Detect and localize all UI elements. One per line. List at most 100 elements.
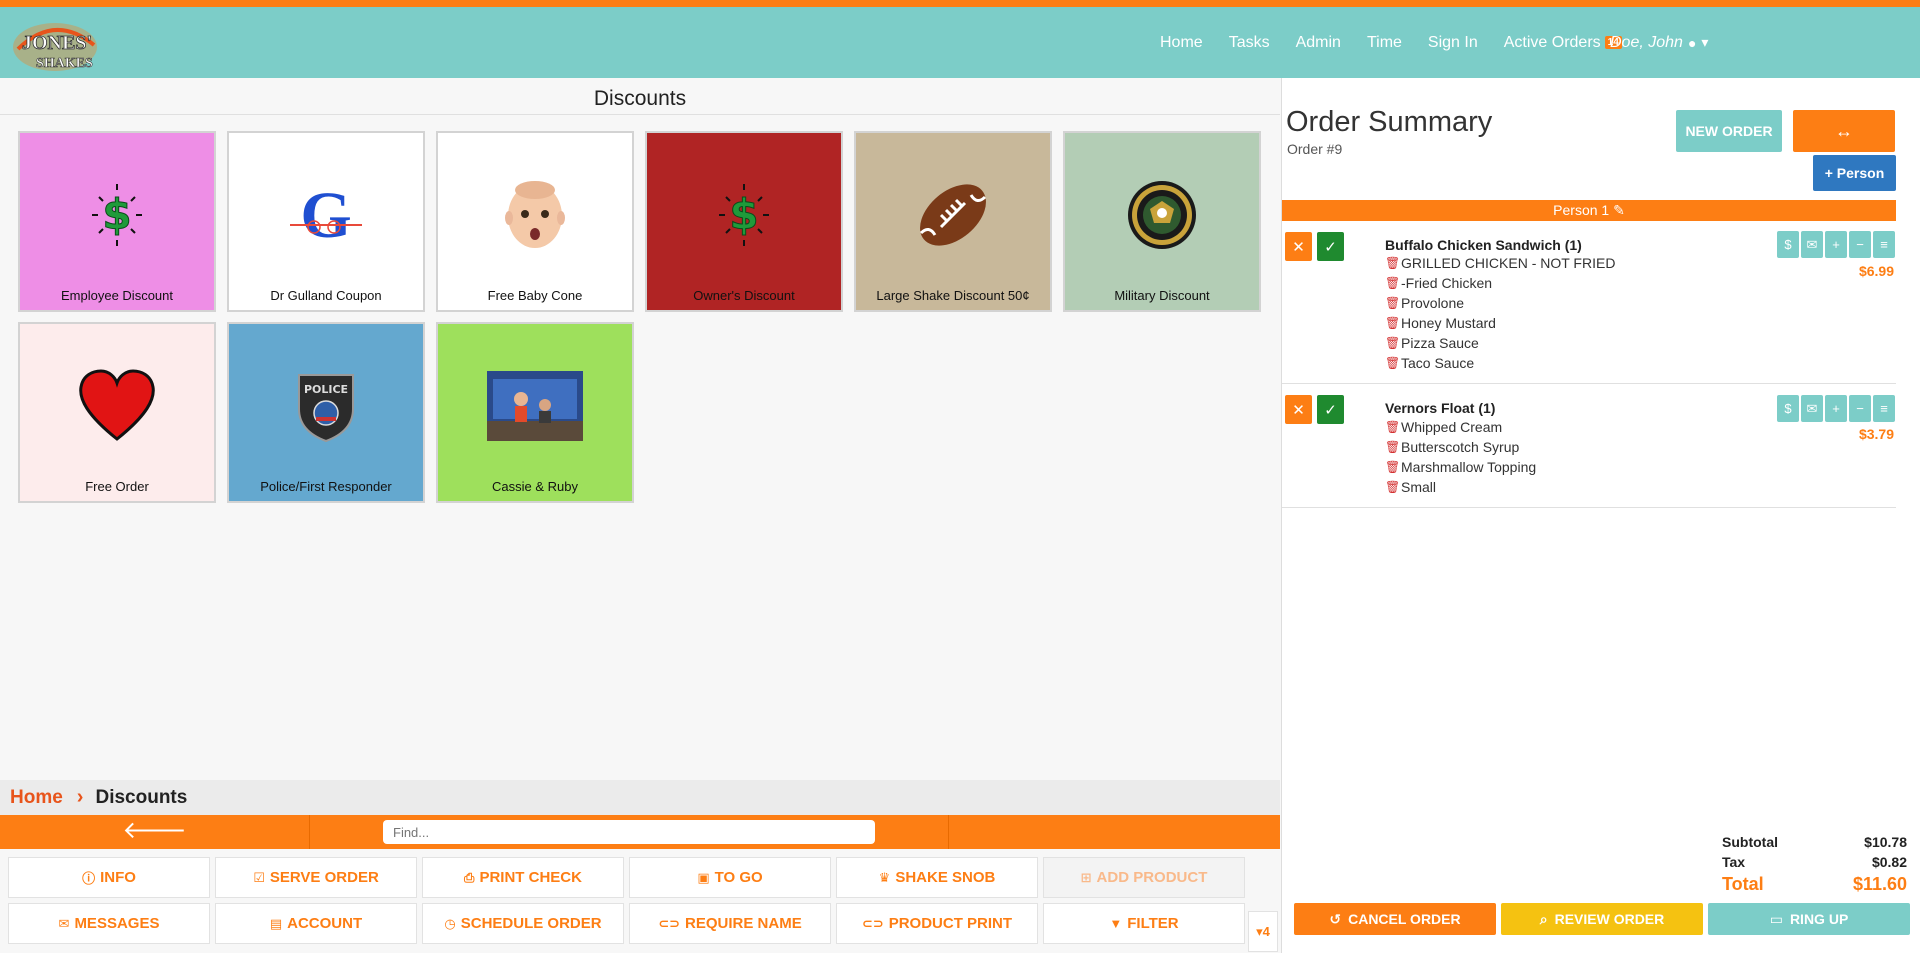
trash-icon[interactable]: 🗑 — [1385, 420, 1400, 434]
photo-icon — [487, 366, 583, 446]
trash-icon[interactable]: 🗑 — [1385, 480, 1400, 494]
to-go-button[interactable]: ▣ TO GO — [629, 857, 831, 898]
discount-tile-military[interactable]: Military Discount — [1063, 131, 1261, 312]
section-title: Discounts — [0, 78, 1280, 115]
account-icon: ▤ — [269, 915, 283, 931]
pencil-icon[interactable]: ✎ — [1613, 202, 1625, 218]
tile-label: Large Shake Discount 50¢ — [876, 288, 1030, 303]
menu-icon[interactable]: ≡ — [1873, 395, 1895, 422]
account-button[interactable]: ▤ ACCOUNT — [215, 903, 417, 944]
remove-item-button[interactable]: ✕ — [1285, 232, 1312, 261]
trash-icon[interactable]: 🗑 — [1385, 316, 1400, 330]
remove-item-button[interactable]: ✕ — [1285, 395, 1312, 424]
comment-icon[interactable]: ✉ — [1801, 231, 1823, 258]
shake-snob-label: SHAKE SNOB — [895, 869, 996, 886]
trash-icon[interactable]: 🗑 — [1385, 356, 1400, 370]
chevron-right-icon: › — [76, 786, 84, 808]
review-order-label: REVIEW ORDER — [1554, 911, 1665, 927]
svg-text:G: G — [300, 179, 351, 252]
menu-icon[interactable]: ≡ — [1873, 231, 1895, 258]
order-totals: Subtotal $10.78 Tax $0.82 Total $11.60 — [1722, 834, 1907, 898]
schedule-order-label: SCHEDULE ORDER — [460, 915, 602, 932]
nav-admin[interactable]: Admin — [1296, 34, 1341, 52]
jones-shakes-logo[interactable]: JONES' SHAKES — [10, 19, 100, 75]
nav-home[interactable]: Home — [1160, 34, 1203, 52]
discount-tile-free-order[interactable]: Free Order — [18, 322, 216, 503]
messages-button[interactable]: ✉ MESSAGES — [8, 903, 210, 944]
discount-tile-owners[interactable]: $ Owner's Discount — [645, 131, 843, 312]
price-override-button[interactable]: $ — [1777, 231, 1799, 258]
add-person-button[interactable]: + Person — [1813, 155, 1896, 191]
plus-icon[interactable]: + — [1825, 395, 1847, 422]
plus-icon[interactable]: + — [1825, 231, 1847, 258]
user-name: Doe, John — [1610, 33, 1683, 51]
trash-icon[interactable]: 🗑 — [1385, 276, 1400, 290]
comment-icon[interactable]: ✉ — [1801, 395, 1823, 422]
print-check-button[interactable]: ⎙ PRINT CHECK — [422, 857, 624, 898]
to-go-label: TO GO — [714, 869, 763, 886]
price-override-button[interactable]: $ — [1777, 395, 1799, 422]
info-button[interactable]: ⓘ INFO — [8, 857, 210, 898]
police-badge-icon: POLICE — [286, 366, 366, 446]
tile-label: Free Order — [85, 479, 149, 494]
nav-active-orders[interactable]: Active Orders 14 — [1504, 34, 1622, 52]
print-check-label: PRINT CHECK — [479, 869, 582, 886]
add-product-button[interactable]: ⊞ ADD PRODUCT — [1043, 857, 1245, 898]
back-arrow-button[interactable]: 🡐 — [0, 815, 310, 849]
discount-tile-employee[interactable]: $ Employee Discount — [18, 131, 216, 312]
modifier: 🗑 Pizza Sauce — [1385, 335, 1479, 351]
person-header[interactable]: Person 1 ✎ — [1282, 200, 1896, 221]
tile-label: Employee Discount — [61, 288, 173, 303]
dollar-icon: $ — [704, 175, 784, 255]
crown-icon: ♛ — [878, 869, 891, 885]
money-icon: ▭ — [1769, 910, 1783, 927]
discount-tile-dr-gulland[interactable]: G Dr Gulland Coupon — [227, 131, 425, 312]
swap-arrows-button[interactable]: ↔ — [1793, 110, 1895, 152]
item-tools: $ ✉ + − ≡ — [1775, 231, 1895, 258]
nav-sign-in[interactable]: Sign In — [1428, 34, 1478, 52]
discount-tile-free-baby-cone[interactable]: Free Baby Cone — [436, 131, 634, 312]
filter-label: FILTER — [1127, 915, 1179, 932]
total-label: Total — [1722, 874, 1764, 894]
nav-time[interactable]: Time — [1367, 34, 1402, 52]
more-actions-button[interactable]: ▾ 4 — [1248, 911, 1278, 952]
item-name: Buffalo Chicken Sandwich (1) — [1385, 237, 1582, 253]
new-order-button[interactable]: NEW ORDER — [1676, 110, 1782, 152]
search-input[interactable] — [383, 820, 875, 844]
minus-icon[interactable]: − — [1849, 395, 1871, 422]
breadcrumb-home[interactable]: Home — [10, 787, 63, 809]
trash-icon[interactable]: 🗑 — [1385, 296, 1400, 310]
shake-snob-button[interactable]: ♛ SHAKE SNOB — [836, 857, 1038, 898]
trash-icon[interactable]: 🗑 — [1385, 440, 1400, 454]
minus-icon[interactable]: − — [1849, 231, 1871, 258]
nav-tasks[interactable]: Tasks — [1229, 34, 1270, 52]
ring-up-button[interactable]: ▭ RING UP — [1708, 903, 1910, 935]
confirm-item-button[interactable]: ✓ — [1317, 395, 1344, 424]
schedule-order-button[interactable]: ◷ SCHEDULE ORDER — [422, 903, 624, 944]
modifier: 🗑 Butterscotch Syrup — [1385, 439, 1519, 455]
require-name-button[interactable]: ⊂⊃ REQUIRE NAME — [629, 903, 831, 944]
confirm-item-button[interactable]: ✓ — [1317, 232, 1344, 261]
trash-icon[interactable]: 🗑 — [1385, 256, 1400, 270]
discount-tile-police[interactable]: POLICE Police/First Responder — [227, 322, 425, 503]
tile-label: Owner's Discount — [693, 288, 795, 303]
tile-label: Cassie & Ruby — [492, 479, 578, 494]
product-print-label: PRODUCT PRINT — [888, 915, 1013, 932]
trash-icon[interactable]: 🗑 — [1385, 336, 1400, 350]
dollar-icon: $ — [77, 175, 157, 255]
discount-tile-cassie-ruby[interactable]: Cassie & Ruby — [436, 322, 634, 503]
modifier-label: Honey Mustard — [1401, 315, 1496, 331]
filter-button[interactable]: ▼ FILTER — [1043, 903, 1245, 944]
trash-icon[interactable]: 🗑 — [1385, 460, 1400, 474]
discount-tile-large-shake[interactable]: Large Shake Discount 50¢ — [854, 131, 1052, 312]
review-order-button[interactable]: ⌕ REVIEW ORDER — [1501, 903, 1703, 935]
order-number: Order #9 — [1287, 141, 1343, 157]
breadcrumb: Home › Discounts — [0, 780, 1280, 815]
modifier: 🗑 Small — [1385, 479, 1436, 495]
cancel-order-button[interactable]: ↺ CANCEL ORDER — [1294, 903, 1496, 935]
product-print-button[interactable]: ⊂⊃ PRODUCT PRINT — [836, 903, 1038, 944]
clock-icon: ◷ — [444, 915, 456, 931]
serve-order-button[interactable]: ☑ SERVE ORDER — [215, 857, 417, 898]
user-menu[interactable]: Doe, John ● ▾ — [1610, 7, 1708, 78]
svg-text:POLICE: POLICE — [304, 383, 348, 396]
